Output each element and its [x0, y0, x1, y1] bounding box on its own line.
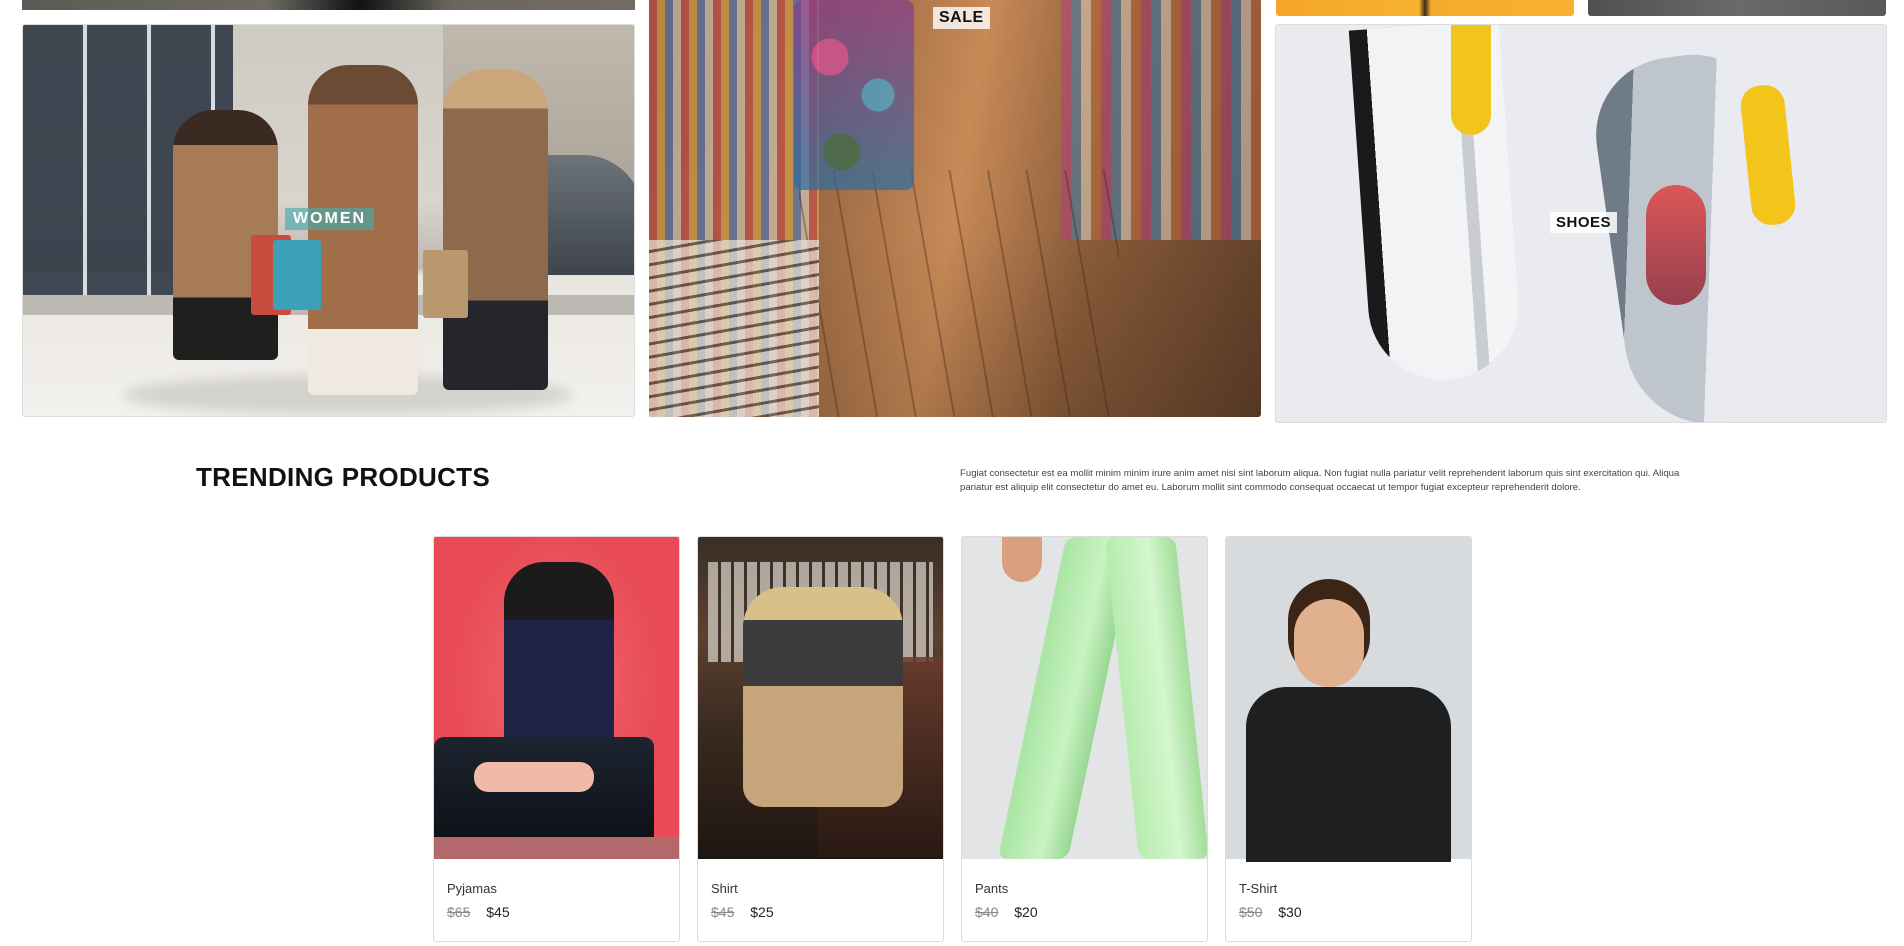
product-price: $25 [750, 904, 774, 920]
product-old-price: $45 [711, 904, 735, 920]
category-label-women[interactable]: WOMEN [285, 208, 375, 230]
product-price-row: $40 $20 [975, 904, 1038, 920]
product-name[interactable]: Pyjamas [447, 881, 497, 896]
product-price: $45 [486, 904, 510, 920]
product-price: $20 [1014, 904, 1038, 920]
product-price-row: $50 $30 [1239, 904, 1302, 920]
section-title-trending: TRENDING PRODUCTS [196, 462, 490, 492]
product-image[interactable] [434, 537, 679, 859]
product-card-pants[interactable]: Pants $40 $20 [961, 536, 1208, 942]
category-label-shoes[interactable]: SHOES [1550, 212, 1618, 233]
product-old-price: $40 [975, 904, 999, 920]
women-photo-model-3 [443, 70, 548, 390]
shoes-photo-laces [1646, 185, 1706, 305]
section-description: Fugiat consectetur est ea mollit minim m… [960, 468, 1680, 493]
product-photo-hand [1002, 537, 1042, 582]
sale-photo-wood-floor [799, 170, 1119, 417]
women-photo-bag [273, 240, 321, 310]
women-photo-bag [423, 250, 468, 318]
product-photo-sneakers [474, 762, 594, 792]
product-name[interactable]: T-Shirt [1239, 881, 1277, 896]
product-photo-model-head [1294, 599, 1364, 687]
product-name[interactable]: Pants [975, 881, 1008, 896]
product-card-shirt[interactable]: Shirt $45 $25 [697, 536, 944, 942]
product-image[interactable] [962, 537, 1207, 859]
top-banner-image-left [22, 0, 635, 10]
shoes-photo-accent [1451, 25, 1491, 135]
sale-photo-hanging-bags [794, 0, 914, 190]
product-photo-floor [434, 837, 679, 859]
top-banner-image-mid [1276, 0, 1574, 16]
category-tile-sale[interactable] [649, 0, 1261, 417]
category-label-sale[interactable]: SALE [933, 7, 990, 29]
product-card-pyjamas[interactable]: Pyjamas $65 $45 [433, 536, 680, 942]
women-photo-model-2 [308, 65, 418, 395]
product-photo-model [743, 587, 903, 807]
product-price-row: $65 $45 [447, 904, 510, 920]
product-old-price: $65 [447, 904, 471, 920]
product-card-tshirt[interactable]: T-Shirt $50 $30 [1225, 536, 1472, 942]
product-photo-pant-leg [1105, 537, 1207, 859]
product-old-price: $50 [1239, 904, 1263, 920]
sale-photo-books [649, 240, 819, 417]
product-name[interactable]: Shirt [711, 881, 738, 896]
top-banner-image-right [1588, 0, 1886, 16]
product-image[interactable] [698, 537, 943, 859]
product-price-row: $45 $25 [711, 904, 774, 920]
product-photo-tshirt [1246, 687, 1451, 862]
product-image[interactable] [1226, 537, 1471, 862]
shoes-photo-shoe-left [1348, 25, 1524, 385]
product-price: $30 [1278, 904, 1302, 920]
